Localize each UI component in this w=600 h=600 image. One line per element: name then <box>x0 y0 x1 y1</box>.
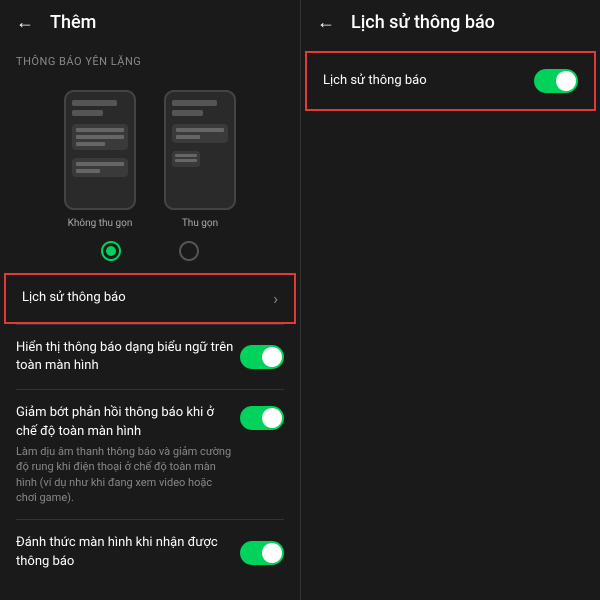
small-box-1 <box>172 151 200 167</box>
chevron-icon-1: › <box>273 289 278 308</box>
left-title: Thêm <box>50 12 96 33</box>
giam-bot-toggle[interactable] <box>240 406 284 430</box>
lich-su-thong-bao-text: Lịch sử thông báo <box>22 289 265 307</box>
notif-line-3 <box>76 142 105 146</box>
notification-box-1 <box>72 124 128 150</box>
left-panel: ← Thêm THÔNG BÁO YÊN LẶNG Không thu gọn <box>0 0 300 600</box>
giam-bot-phan-hoi-item[interactable]: Giảm bớt phản hồi thông báo khi ở chế độ… <box>0 390 300 519</box>
danh-thuc-text: Đánh thức màn hình khi nhận được thông b… <box>16 534 240 570</box>
phone-option-collapsed[interactable]: Thu gọn <box>164 90 236 229</box>
giam-bot-sub: Làm dịu âm thanh thông báo và giảm cường… <box>16 444 232 506</box>
notif-line-4 <box>76 162 124 166</box>
right-back-icon[interactable]: ← <box>317 12 335 33</box>
phone-bar-2 <box>72 110 103 116</box>
danh-thuc-toggle[interactable] <box>240 541 284 565</box>
small-line-2 <box>175 159 197 162</box>
giam-bot-text: Giảm bớt phản hồi thông báo khi ở chế độ… <box>16 404 232 440</box>
small-line-1 <box>175 154 197 157</box>
radio-row <box>0 237 300 273</box>
notif-line-5 <box>76 169 100 173</box>
notif-line-2 <box>76 135 124 139</box>
danh-thuc-man-hinh-item[interactable]: Đánh thức màn hình khi nhận được thông b… <box>0 520 300 584</box>
phone-bar-4 <box>172 110 203 116</box>
lich-su-thong-bao-item[interactable]: Lịch sử thông báo › <box>4 273 296 324</box>
phone-bar-1 <box>72 100 117 106</box>
right-title: Lịch sử thông báo <box>351 12 495 33</box>
left-back-icon[interactable]: ← <box>16 12 34 33</box>
right-lich-su-text: Lịch sử thông báo <box>323 72 534 90</box>
radio-not-collapsed[interactable] <box>101 241 121 261</box>
phone-label-2: Thu gọn <box>182 218 218 229</box>
phone-label-1: Không thu gọn <box>68 218 133 229</box>
hien-thi-thong-bao-item[interactable]: Hiển thị thông báo dạng biểu ngữ trên to… <box>0 325 300 389</box>
right-lich-su-item[interactable]: Lịch sử thông báo <box>305 51 596 111</box>
notif-line-1 <box>76 128 124 132</box>
right-panel: ← Lịch sử thông báo Lịch sử thông báo <box>300 0 600 600</box>
notification-box-3 <box>172 124 228 143</box>
notif-line-6 <box>176 128 224 132</box>
phone-mockup-2 <box>164 90 236 210</box>
hien-thi-thong-bao-text: Hiển thị thông báo dạng biểu ngữ trên to… <box>16 339 240 375</box>
phone-option-not-collapsed[interactable]: Không thu gọn <box>64 90 136 229</box>
left-header: ← Thêm <box>0 0 300 45</box>
hien-thi-toggle[interactable] <box>240 345 284 369</box>
notif-line-7 <box>176 135 200 139</box>
right-lich-su-toggle[interactable] <box>534 69 578 93</box>
phone-bar-3 <box>172 100 217 106</box>
phone-mockups-area: Không thu gọn Thu gọn <box>0 74 300 237</box>
right-header: ← Lịch sử thông báo <box>301 0 600 45</box>
section-label: THÔNG BÁO YÊN LẶNG <box>0 45 300 74</box>
notification-box-2 <box>72 158 128 177</box>
phone-mockup-1 <box>64 90 136 210</box>
radio-collapsed[interactable] <box>179 241 199 261</box>
